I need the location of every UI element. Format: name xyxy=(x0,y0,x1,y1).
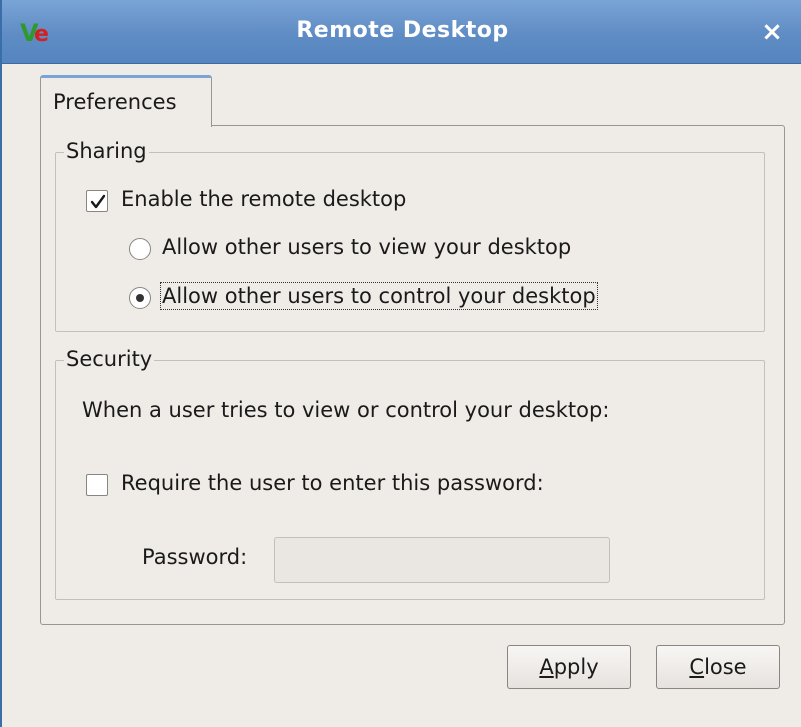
require-password-label[interactable]: Require the user to enter this password: xyxy=(121,471,544,495)
password-label: Password: xyxy=(142,545,248,569)
security-description: When a user tries to view or control you… xyxy=(82,398,610,422)
close-button[interactable]: Close xyxy=(656,645,780,689)
apply-mnemonic: A xyxy=(539,655,554,679)
title-bar[interactable]: V e Remote Desktop × xyxy=(2,0,801,64)
close-icon[interactable]: × xyxy=(757,14,787,50)
view-desktop-label[interactable]: Allow other users to view your desktop xyxy=(162,235,571,259)
control-desktop-radio[interactable] xyxy=(129,287,151,309)
apply-button[interactable]: Apply xyxy=(507,645,631,689)
checkmark-icon xyxy=(90,194,106,209)
radio-selected-dot xyxy=(136,294,144,302)
require-password-checkbox[interactable] xyxy=(86,474,108,496)
control-desktop-label[interactable]: Allow other users to control your deskto… xyxy=(160,282,598,310)
enable-remote-desktop-label[interactable]: Enable the remote desktop xyxy=(121,187,406,211)
enable-remote-desktop-checkbox[interactable] xyxy=(86,190,108,212)
window-title: Remote Desktop xyxy=(296,18,509,43)
remote-desktop-window: V e Remote Desktop × Preferences Sharing… xyxy=(0,0,801,727)
view-desktop-radio[interactable] xyxy=(129,238,151,260)
password-field[interactable] xyxy=(274,537,610,583)
close-mnemonic: C xyxy=(689,655,705,679)
tab-preferences[interactable]: Preferences xyxy=(40,75,212,127)
close-label-rest: lose xyxy=(704,655,747,679)
sharing-legend: Sharing xyxy=(64,139,149,163)
apply-label-rest: pply xyxy=(553,655,599,679)
security-legend: Security xyxy=(64,347,155,371)
tab-label: Preferences xyxy=(53,90,177,114)
